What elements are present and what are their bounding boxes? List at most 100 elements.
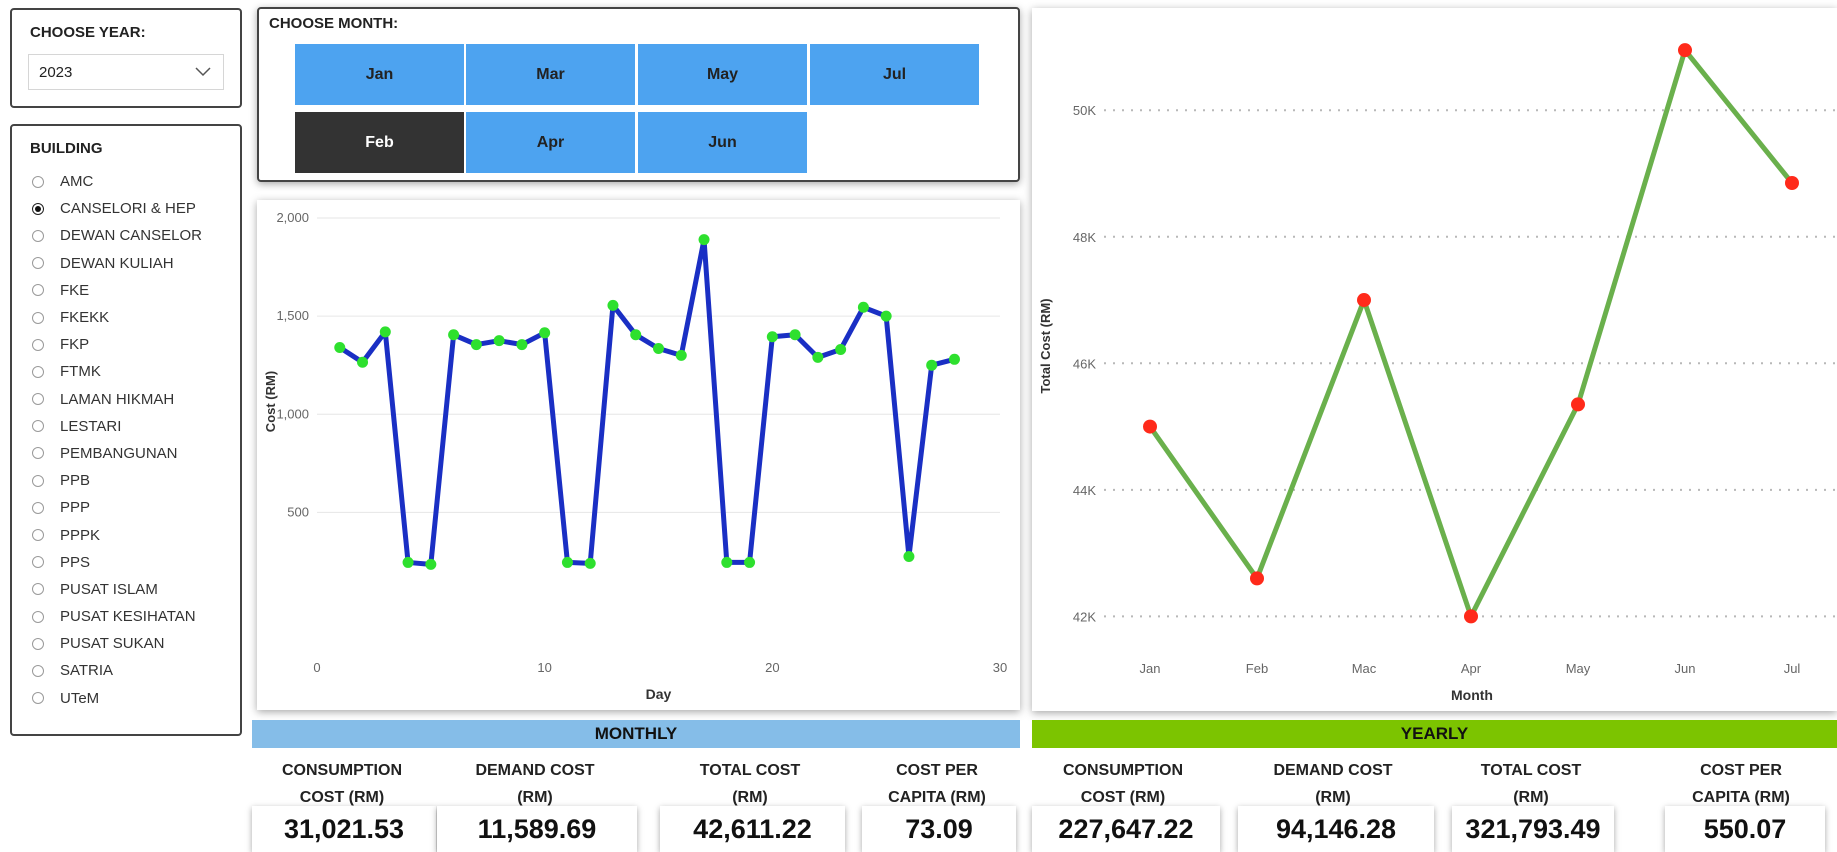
building-list: AMC CANSELORI & HEP DEWAN CANSELOR DEWAN KU… <box>32 168 202 712</box>
data-point <box>1143 419 1157 434</box>
building-option[interactable]: SATRIA <box>32 657 202 684</box>
radio-button-icon[interactable] <box>32 229 44 242</box>
building-option[interactable]: AMC <box>32 168 202 195</box>
building-option[interactable]: CANSELORI & HEP <box>32 195 202 222</box>
data-point <box>880 310 892 322</box>
building-option-label: PPS <box>60 553 91 571</box>
building-option[interactable]: PPPK <box>32 521 202 548</box>
building-option-label: LAMAN HIKMAH <box>60 390 175 408</box>
building-option[interactable]: PPB <box>32 467 202 494</box>
x-tick-label: Jun <box>1675 661 1696 676</box>
radio-button-icon[interactable] <box>32 393 44 406</box>
monthly-cost-per-capita-value: 73.09 <box>862 806 1016 852</box>
yearly-summary-header: YEARLY <box>1032 720 1837 748</box>
building-option[interactable]: LESTARI <box>32 413 202 440</box>
year-dropdown[interactable]: 2023 <box>28 54 224 90</box>
building-option[interactable]: LAMAN HIKMAH <box>32 386 202 413</box>
building-option[interactable]: PUSAT KESIHATAN <box>32 603 202 630</box>
data-point <box>516 339 528 351</box>
x-tick-label: 10 <box>537 660 551 675</box>
building-option-label: PUSAT ISLAM <box>60 580 158 598</box>
building-option[interactable]: FTMK <box>32 358 202 385</box>
y-axis-title: Cost (RM) <box>263 371 278 432</box>
data-point <box>744 556 756 568</box>
building-option[interactable]: DEWAN CANSELOR <box>32 222 202 249</box>
radio-button-icon[interactable] <box>32 692 44 705</box>
month-button-jun[interactable]: Jun <box>638 112 807 173</box>
building-option[interactable]: FKP <box>32 331 202 358</box>
radio-button-icon[interactable] <box>32 529 44 542</box>
building-option-label: PUSAT SUKAN <box>60 635 165 653</box>
month-button-jul[interactable]: Jul <box>810 44 979 105</box>
building-option[interactable]: PUSAT SUKAN <box>32 630 202 657</box>
x-tick-label: Mac <box>1352 661 1377 676</box>
x-tick-label: Jul <box>1784 661 1801 676</box>
monthly-cost-per-capita-label: COST PER CAPITA (RM) <box>888 762 986 806</box>
building-option[interactable]: PUSAT ISLAM <box>32 576 202 603</box>
radio-button-icon[interactable] <box>32 447 44 460</box>
radio-button-icon[interactable] <box>32 365 44 378</box>
series-line <box>1147 47 1794 619</box>
radio-button-icon[interactable] <box>32 257 44 270</box>
month-button-may[interactable]: May <box>638 44 807 105</box>
data-point <box>766 331 778 343</box>
radio-button-icon[interactable] <box>32 284 44 297</box>
building-option[interactable]: FKE <box>32 277 202 304</box>
month-button-apr[interactable]: Apr <box>466 112 635 173</box>
radio-button-icon[interactable] <box>32 556 44 569</box>
yearly-consumption-cost-value: 227,647.22 <box>1032 806 1220 852</box>
yearly-cost-per-capita-value: 550.07 <box>1665 806 1825 852</box>
radio-button-icon[interactable] <box>32 420 44 433</box>
building-option-label: UTeM <box>60 689 100 707</box>
data-point <box>653 343 664 355</box>
building-option-label: FTMK <box>60 363 101 381</box>
monthly-total-cost-label: TOTAL COST (RM) <box>699 762 801 806</box>
building-option[interactable]: PPS <box>32 549 202 576</box>
building-slicer: BUILDING AMC CANSELORI & HEP DEWAN CANSELO… <box>10 124 242 736</box>
month-button-mar[interactable]: Mar <box>466 44 635 105</box>
radio-button-icon[interactable] <box>32 637 44 650</box>
data-point <box>334 342 346 354</box>
y-tick-label: 500 <box>287 504 309 519</box>
data-point <box>448 329 460 341</box>
radio-button-icon[interactable] <box>32 175 44 188</box>
building-option-label: AMC <box>60 173 94 191</box>
radio-button-icon[interactable] <box>32 610 44 623</box>
x-axis-title: Day <box>646 686 672 702</box>
data-point <box>698 234 710 246</box>
building-option[interactable]: FKEKK <box>32 304 202 331</box>
building-option[interactable]: PEMBANGUNAN <box>32 440 202 467</box>
data-point <box>675 349 687 361</box>
month-slicer: CHOOSE MONTH: Jan Mar May Jul Feb Apr Ju… <box>257 7 1020 182</box>
data-point <box>789 329 801 341</box>
data-point <box>812 351 824 363</box>
data-point <box>357 356 369 368</box>
building-option-label: FKEKK <box>60 309 110 327</box>
building-option[interactable]: UTeM <box>32 685 202 712</box>
month-button-feb[interactable]: Feb <box>295 112 464 173</box>
data-point <box>493 335 505 347</box>
radio-button-icon[interactable] <box>32 501 44 514</box>
building-slicer-title: BUILDING <box>30 140 103 157</box>
y-tick-label: 44K <box>1073 483 1096 498</box>
radio-button-icon[interactable] <box>32 583 44 596</box>
radio-button-icon[interactable] <box>32 664 44 677</box>
building-option[interactable]: DEWAN KULIAH <box>32 250 202 277</box>
radio-button-icon[interactable] <box>32 338 44 351</box>
data-point <box>721 556 733 568</box>
radio-button-icon[interactable] <box>32 474 44 487</box>
building-option-label: CANSELORI & HEP <box>60 200 196 218</box>
month-button-jan[interactable]: Jan <box>295 44 464 105</box>
data-point <box>926 359 938 371</box>
yearly-demand-cost-label: DEMAND COST (RM) <box>1273 762 1393 806</box>
building-option-label: PEMBANGUNAN <box>60 444 178 462</box>
radio-button-icon[interactable] <box>32 202 44 215</box>
year-slicer: CHOOSE YEAR: 2023 <box>10 8 242 108</box>
yearly-cost-per-capita-label: COST PER CAPITA (RM) <box>1692 762 1790 806</box>
x-tick-label: May <box>1566 661 1591 676</box>
building-option-label: FKE <box>60 281 90 299</box>
building-option[interactable]: PPP <box>32 494 202 521</box>
radio-button-icon[interactable] <box>32 311 44 324</box>
data-point <box>1678 43 1692 58</box>
yearly-demand-cost-value: 94,146.28 <box>1238 806 1434 852</box>
